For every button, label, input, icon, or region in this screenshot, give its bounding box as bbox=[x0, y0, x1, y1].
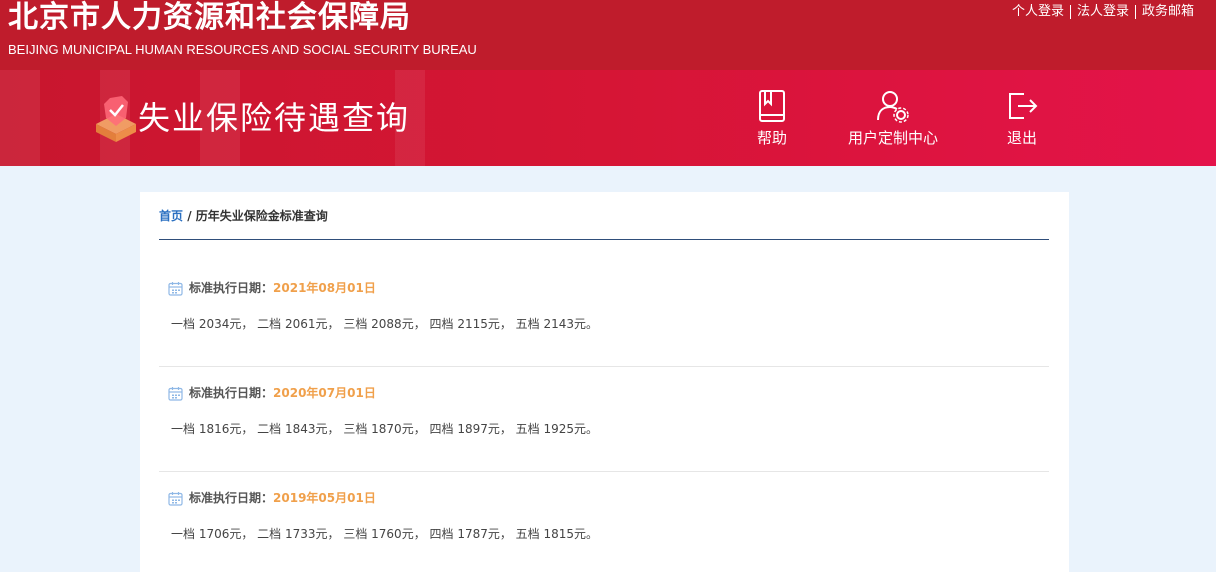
standard-record: 标准执行日期： 2020年07月01日 一档 1816元， 二档 1843元， … bbox=[159, 367, 1049, 472]
record-date: 2020年07月01日 bbox=[273, 386, 376, 400]
calendar-icon bbox=[168, 386, 183, 401]
corporate-login-link[interactable]: 法人登录 bbox=[1071, 3, 1135, 21]
calendar-icon bbox=[168, 281, 183, 296]
breadcrumb-home-link[interactable]: 首页 bbox=[159, 209, 183, 223]
standard-record: 标准执行日期： 2019年05月01日 一档 1706元， 二档 1733元， … bbox=[159, 472, 1049, 572]
record-values: 一档 1706元， 二档 1733元， 三档 1760元， 四档 1787元， … bbox=[171, 527, 599, 541]
logout-icon bbox=[1009, 93, 1038, 119]
record-date: 2021年08月01日 bbox=[273, 281, 376, 295]
record-header: 标准执行日期： 2021年08月01日 bbox=[168, 280, 376, 296]
bureau-name-cn: 北京市人力资源和社会保障局 bbox=[8, 0, 411, 35]
breadcrumb-divider bbox=[159, 239, 1049, 240]
record-header: 标准执行日期： 2020年07月01日 bbox=[168, 385, 376, 401]
book-icon bbox=[759, 90, 785, 122]
shield-icon bbox=[96, 96, 136, 142]
record-date: 2019年05月01日 bbox=[273, 491, 376, 505]
help-label: 帮助 bbox=[756, 129, 787, 147]
app-banner: 失业保险待遇查询 帮助 用户定制中心 退出 bbox=[0, 70, 1216, 166]
logout-label: 退出 bbox=[1006, 129, 1037, 147]
breadcrumb: 首页 / 历年失业保险金标准查询 bbox=[159, 208, 328, 224]
gov-mailbox-link[interactable]: 政务邮箱 bbox=[1136, 3, 1200, 21]
top-header: 北京市人力资源和社会保障局 BEIJING MUNICIPAL HUMAN RE… bbox=[0, 0, 1216, 70]
logout-button[interactable]: 退出 bbox=[1004, 88, 1040, 152]
record-values: 一档 2034元， 二档 2061元， 三档 2088元， 四档 2115元， … bbox=[171, 317, 599, 331]
record-header: 标准执行日期： 2019年05月01日 bbox=[168, 490, 376, 506]
record-values: 一档 1816元， 二档 1843元， 三档 1870元， 四档 1897元， … bbox=[171, 422, 599, 436]
banner-decoration bbox=[0, 70, 40, 166]
calendar-icon bbox=[168, 491, 183, 506]
record-date-label: 标准执行日期： bbox=[189, 386, 274, 400]
app-title: 失业保险待遇查询 bbox=[138, 99, 411, 137]
standard-record: 标准执行日期： 2021年08月01日 一档 2034元， 二档 2061元， … bbox=[159, 262, 1049, 367]
user-center-label: 用户定制中心 bbox=[848, 129, 939, 147]
record-date-label: 标准执行日期： bbox=[189, 281, 274, 295]
help-button[interactable]: 帮助 bbox=[754, 88, 790, 152]
user-center-button[interactable]: 用户定制中心 bbox=[848, 88, 938, 152]
top-links: 个人登录 法人登录 政务邮箱 bbox=[1006, 3, 1200, 21]
content-card: 首页 / 历年失业保险金标准查询 标准执行日期： 2021年08月01日 一档 … bbox=[140, 192, 1069, 572]
user-settings-icon bbox=[877, 91, 909, 123]
breadcrumb-separator: / bbox=[187, 209, 192, 223]
bureau-name-en: BEIJING MUNICIPAL HUMAN RESOURCES AND SO… bbox=[8, 42, 477, 57]
personal-login-link[interactable]: 个人登录 bbox=[1006, 3, 1070, 21]
breadcrumb-current: 历年失业保险金标准查询 bbox=[195, 209, 328, 223]
record-date-label: 标准执行日期： bbox=[189, 491, 274, 505]
